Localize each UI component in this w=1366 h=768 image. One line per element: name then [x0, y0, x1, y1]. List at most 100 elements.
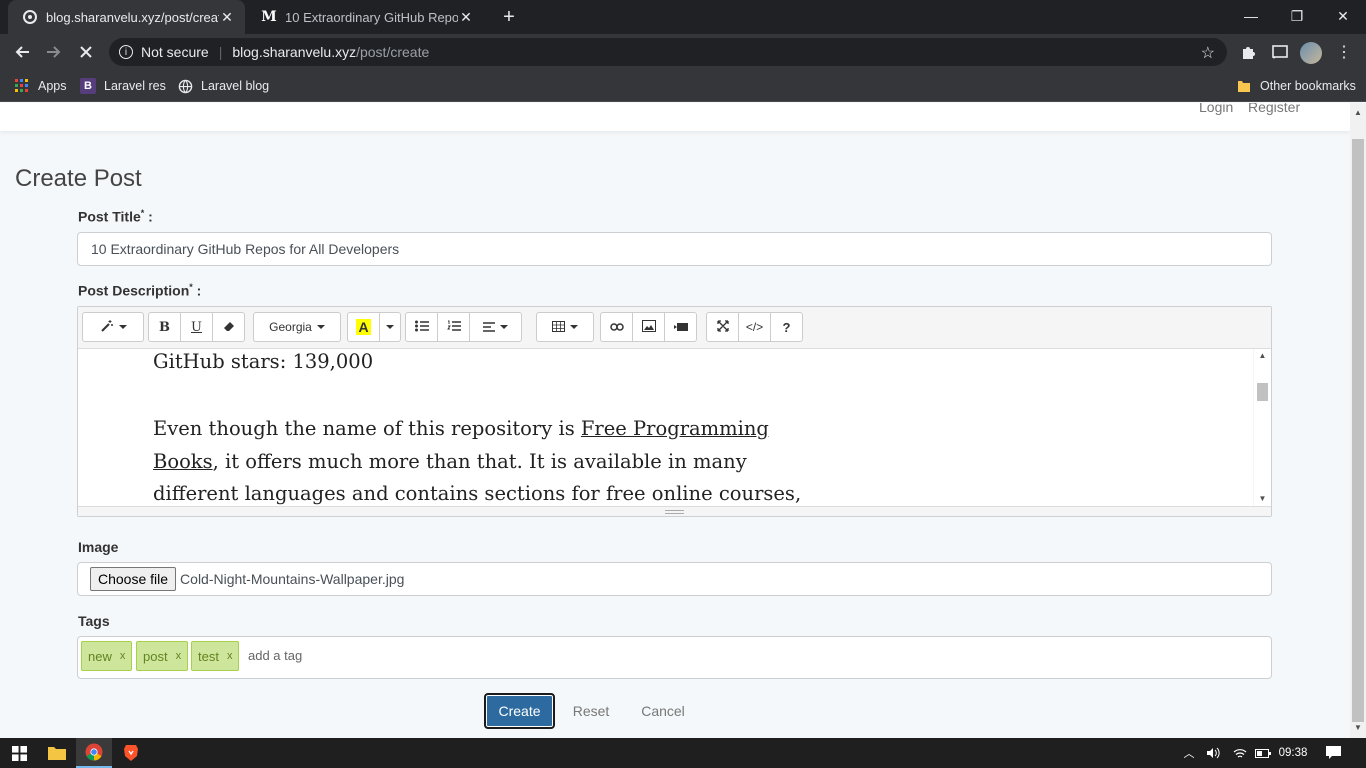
bookmark-apps[interactable]: Apps	[14, 76, 67, 96]
volume-icon[interactable]	[1203, 738, 1223, 768]
cancel-button[interactable]: Cancel	[634, 693, 692, 729]
chevron-down-icon	[386, 325, 394, 329]
tab-active[interactable]: blog.sharanvelu.xyz/post/create ✕	[8, 0, 245, 34]
new-tab-button[interactable]: +	[498, 6, 520, 28]
restore-button[interactable]: ❐	[1274, 0, 1320, 32]
login-link[interactable]: Login	[1199, 103, 1233, 115]
clear-format-button[interactable]	[212, 312, 245, 342]
profile-avatar[interactable]	[1300, 42, 1322, 64]
tag-chip: new x	[81, 641, 133, 671]
image-file-input[interactable]: Choose file Cold-Night-Mountains-Wallpap…	[77, 562, 1272, 596]
font-family-value: Georgia	[269, 320, 312, 334]
forward-icon[interactable]	[42, 40, 66, 64]
editor-content[interactable]: GitHub stars: 139,000 Even though the na…	[78, 349, 1253, 506]
insert-image-button[interactable]	[632, 312, 665, 342]
insert-group	[600, 312, 697, 342]
text-color-button[interactable]: A	[347, 312, 380, 342]
tag-chip: test x	[191, 641, 240, 671]
table-button[interactable]	[536, 312, 594, 342]
code-icon: </>	[745, 320, 764, 334]
minimize-button[interactable]: —	[1228, 0, 1274, 32]
code-view-button[interactable]: </>	[738, 312, 771, 342]
font-group: Georgia	[253, 312, 341, 342]
register-link[interactable]: Register	[1248, 103, 1300, 115]
url-separator: |	[218, 44, 223, 60]
notifications-icon[interactable]	[1322, 738, 1344, 768]
other-bookmarks-label: Other bookmarks	[1260, 79, 1356, 93]
file-explorer-icon[interactable]	[40, 738, 74, 768]
battery-icon[interactable]	[1252, 738, 1274, 768]
underline-button[interactable]: U	[180, 312, 213, 342]
tag-remove-icon[interactable]: x	[120, 650, 126, 662]
tag-label: post	[143, 648, 168, 664]
tag-remove-icon[interactable]: x	[176, 650, 182, 662]
scroll-up-icon[interactable]: ▲	[1350, 105, 1366, 121]
font-family-select[interactable]: Georgia	[253, 312, 341, 342]
format-group: B U	[148, 312, 245, 342]
table-group	[536, 312, 594, 342]
extensions-icon[interactable]	[1236, 40, 1260, 64]
bookmark-star-icon[interactable]: ☆	[1201, 43, 1215, 63]
color-dropdown-button[interactable]	[379, 312, 401, 342]
security-label[interactable]: Not secure	[141, 44, 209, 60]
insert-link-button[interactable]	[600, 312, 633, 342]
url-host: blog.sharanvelu.xyz	[232, 44, 357, 60]
tab-title: blog.sharanvelu.xyz/post/create	[46, 9, 219, 25]
windows-start-icon[interactable]	[0, 738, 38, 768]
other-bookmarks[interactable]: Other bookmarks	[1236, 76, 1356, 96]
create-button[interactable]: Create	[484, 693, 555, 729]
link-icon	[609, 320, 624, 335]
info-icon[interactable]: i	[119, 45, 133, 59]
page-scroll-thumb[interactable]	[1352, 139, 1364, 722]
unordered-list-button[interactable]	[405, 312, 438, 342]
editor-scrollbar[interactable]: ▲ ▼	[1254, 349, 1271, 506]
reset-button[interactable]: Reset	[566, 693, 616, 729]
bookmark-laravel-blog[interactable]: Laravel blog	[177, 76, 269, 96]
close-window-button[interactable]: ✕	[1320, 0, 1366, 32]
clock-time[interactable]: 09:38	[1276, 738, 1310, 768]
address-bar[interactable]: i Not secure | blog.sharanvelu.xyz/post/…	[109, 38, 1227, 66]
page-scrollbar[interactable]: ▲ ▼	[1350, 103, 1366, 738]
numbered-list-icon	[446, 320, 461, 335]
brave-icon[interactable]	[114, 738, 148, 768]
tag-remove-icon[interactable]: x	[227, 650, 233, 662]
close-tab-icon[interactable]: ✕	[219, 9, 235, 25]
add-tag-placeholder[interactable]: add a tag	[248, 648, 302, 663]
menu-kebab-icon[interactable]: ⋮	[1332, 40, 1356, 64]
back-icon[interactable]	[10, 40, 34, 64]
tab-inactive[interactable]: M 10 Extraordinary GitHub Repos fo ✕	[247, 0, 484, 34]
windows-taskbar: ︿ 09:38	[0, 738, 1366, 768]
page-viewport: Login Register Create Post Post Title* :…	[0, 103, 1350, 738]
chrome-icon[interactable]	[76, 738, 112, 768]
bookmark-laravel-res[interactable]: B Laravel res	[80, 76, 166, 96]
tray-chevron-up-icon[interactable]: ︿	[1180, 738, 1198, 768]
url-path: /post/create	[356, 44, 430, 60]
post-title-input[interactable]: 10 Extraordinary GitHub Repos for All De…	[77, 232, 1272, 266]
cast-icon[interactable]	[1268, 40, 1292, 64]
wifi-icon[interactable]	[1230, 738, 1250, 768]
editor-scroll-thumb[interactable]	[1257, 383, 1268, 401]
scroll-down-icon[interactable]: ▼	[1350, 720, 1366, 736]
bold-button[interactable]: B	[148, 312, 181, 342]
scroll-down-icon[interactable]: ▼	[1254, 492, 1271, 506]
paragraph-align-button[interactable]	[469, 312, 522, 342]
ordered-list-button[interactable]	[437, 312, 470, 342]
tags-label: Tags	[78, 613, 110, 629]
editor-resize-handle[interactable]	[78, 506, 1271, 516]
fullscreen-button[interactable]	[706, 312, 739, 342]
tags-input[interactable]: new x post x test x add a tag	[77, 636, 1272, 679]
apps-grid-icon	[14, 78, 30, 94]
tag-label: test	[198, 648, 219, 664]
rich-text-editor: B U Georgia A </> ? GitHub stars: 139,00…	[77, 306, 1272, 517]
insert-video-button[interactable]	[664, 312, 697, 342]
close-tab-icon[interactable]: ✕	[458, 9, 474, 25]
scroll-up-icon[interactable]: ▲	[1254, 349, 1271, 363]
choose-file-button[interactable]: Choose file	[90, 567, 177, 591]
color-group: A	[347, 312, 401, 342]
chevron-down-icon	[118, 325, 127, 329]
help-button[interactable]: ?	[770, 312, 803, 342]
stop-icon[interactable]	[74, 40, 98, 64]
file-name: Cold-Night-Mountains-Wallpaper.jpg	[180, 571, 405, 587]
magic-style-button[interactable]	[82, 312, 144, 342]
align-left-icon	[483, 320, 495, 335]
